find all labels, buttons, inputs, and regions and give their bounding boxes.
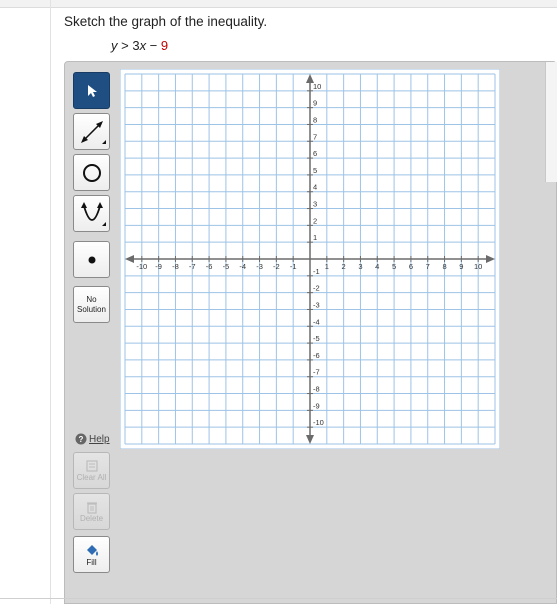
x-tick-label: -1 — [290, 262, 297, 271]
x-tick-label: -3 — [256, 262, 263, 271]
x-tick-label: 4 — [375, 262, 379, 271]
inequality-operator: > — [117, 38, 133, 53]
clear-all-label: Clear All — [76, 472, 107, 482]
trash-icon — [86, 501, 97, 514]
y-tick-label: -7 — [313, 368, 320, 377]
x-tick-label: 8 — [442, 262, 446, 271]
y-tick-label: -9 — [313, 401, 320, 410]
point-tool-button[interactable] — [73, 241, 110, 278]
y-tick-label: 6 — [313, 149, 317, 158]
y-tick-label: -3 — [313, 300, 320, 309]
x-tick-label: -4 — [239, 262, 246, 271]
clear-all-button[interactable]: Clear All — [73, 452, 110, 489]
no-solution-label: No Solution — [77, 294, 106, 314]
x-tick-label: -10 — [136, 262, 147, 271]
clear-all-icon — [85, 459, 98, 472]
top-strip — [0, 0, 557, 8]
x-tick-label: 9 — [459, 262, 463, 271]
x-tick-label: -7 — [189, 262, 196, 271]
left-divider — [50, 0, 51, 604]
bottom-divider — [0, 598, 557, 599]
y-tick-label: -4 — [313, 317, 320, 326]
fill-button[interactable]: Fill — [73, 536, 110, 573]
arrow-pointer-icon — [87, 84, 97, 97]
parabola-tool-icon — [80, 201, 106, 226]
x-tick-label: 5 — [392, 262, 396, 271]
line-tool-button[interactable] — [73, 113, 110, 150]
point-tool-icon — [88, 256, 95, 263]
y-tick-label: 9 — [313, 99, 317, 108]
inequality-constant: 9 — [160, 38, 169, 53]
y-tick-label: 4 — [313, 183, 317, 192]
inequality-minus: − — [146, 38, 161, 53]
delete-label: Delete — [79, 513, 104, 523]
help-label: Help — [89, 433, 110, 445]
y-tick-label: 5 — [313, 166, 317, 175]
y-tick-label: 8 — [313, 115, 317, 124]
circle-tool-button[interactable] — [73, 154, 110, 191]
inequality: y > 3x − 9 — [111, 38, 168, 53]
x-tick-label: 3 — [358, 262, 362, 271]
circle-tool-icon — [82, 163, 101, 182]
problem-prompt: Sketch the graph of the inequality. — [64, 14, 268, 29]
scrollbar[interactable] — [545, 62, 557, 182]
x-tick-label: 10 — [474, 262, 482, 271]
x-tick-label: 7 — [426, 262, 430, 271]
x-tick-label: -9 — [155, 262, 162, 271]
y-tick-label: 1 — [313, 233, 317, 242]
x-tick-label: 1 — [325, 262, 329, 271]
line-tool-icon — [80, 120, 106, 144]
fill-label: Fill — [86, 557, 97, 567]
parabola-tool-button[interactable] — [73, 195, 110, 232]
x-tick-label: -6 — [206, 262, 213, 271]
y-tick-label: 10 — [313, 82, 321, 91]
tool-palette: No Solution Clear All Delete Fill — [67, 64, 113, 604]
y-tick-label: 3 — [313, 200, 317, 209]
paint-bucket-icon — [86, 544, 98, 556]
coordinate-plane[interactable]: -10 -9 -8 -7 -6 -5 -4 -3 -2 -1 1 2 3 4 5 6 7 8 9 10 10 9 8 7 6 5… — [120, 69, 500, 449]
help-link[interactable]: ? Help — [75, 433, 110, 445]
y-tick-label: 2 — [313, 216, 317, 225]
x-tick-label: 6 — [409, 262, 413, 271]
no-solution-button[interactable]: No Solution — [73, 286, 110, 323]
help-icon: ? — [75, 433, 87, 445]
y-tick-label: -6 — [313, 351, 320, 360]
pointer-tool-button[interactable] — [73, 72, 110, 109]
y-tick-label: -1 — [313, 267, 320, 276]
svg-text:?: ? — [79, 435, 84, 444]
x-tick-label: -5 — [223, 262, 230, 271]
y-tick-label: -10 — [313, 418, 324, 427]
inequality-coefficient: 3 — [132, 38, 140, 53]
y-tick-label: 7 — [313, 132, 317, 141]
x-tick-label: -8 — [172, 262, 179, 271]
y-tick-label: -8 — [313, 385, 320, 394]
x-tick-label: -2 — [273, 262, 280, 271]
y-tick-label: -2 — [313, 284, 320, 293]
x-tick-label: 2 — [342, 262, 346, 271]
y-tick-label: -5 — [313, 334, 320, 343]
delete-button[interactable]: Delete — [73, 493, 110, 530]
